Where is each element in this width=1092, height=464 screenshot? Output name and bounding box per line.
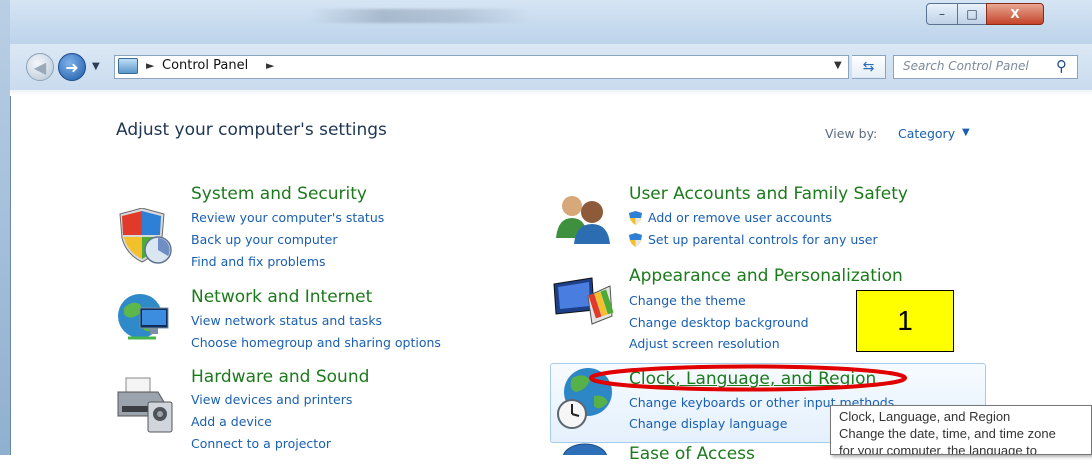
- close-icon: X: [1010, 7, 1020, 21]
- category-hardware-and-sound[interactable]: Hardware and Sound: [191, 367, 369, 387]
- link-adjust-screen-resolution[interactable]: Adjust screen resolution: [629, 336, 780, 351]
- link-back-up-computer[interactable]: Back up your computer: [191, 232, 338, 247]
- close-button[interactable]: X: [986, 3, 1044, 25]
- step-number-callout: 1: [856, 290, 954, 352]
- link-parental-controls[interactable]: Set up parental controls for any user: [648, 232, 878, 247]
- minimize-icon: –: [939, 7, 945, 21]
- address-dropdown-icon[interactable]: ▼: [834, 60, 842, 71]
- link-add-device[interactable]: Add a device: [191, 414, 272, 429]
- maximize-icon: □: [966, 7, 978, 21]
- link-change-display-language[interactable]: Change display language: [629, 416, 787, 431]
- appearance-monitor-icon: [553, 277, 614, 325]
- refresh-button[interactable]: ⇆: [852, 55, 886, 79]
- link-add-remove-users[interactable]: Add or remove user accounts: [648, 210, 832, 225]
- link-change-desktop-background[interactable]: Change desktop background: [629, 315, 809, 330]
- minimize-button[interactable]: –: [926, 3, 958, 25]
- link-choose-homegroup[interactable]: Choose homegroup and sharing options: [191, 335, 441, 350]
- search-icon[interactable]: ⚲: [1056, 57, 1067, 75]
- category-ease-of-access[interactable]: Ease of Access: [629, 444, 755, 464]
- recent-pages-dropdown-icon[interactable]: ▼: [92, 61, 100, 72]
- breadcrumb-control-panel[interactable]: Control Panel: [162, 58, 248, 73]
- category-network-and-internet[interactable]: Network and Internet: [191, 287, 372, 307]
- ease-of-access-icon: [562, 443, 608, 455]
- link-connect-projector[interactable]: Connect to a projector: [191, 436, 331, 451]
- uac-shield-icon: [629, 211, 642, 225]
- link-view-devices-printers[interactable]: View devices and printers: [191, 392, 352, 407]
- user-accounts-people-icon: [556, 196, 610, 244]
- tooltip-description-line: for your computer, the language to: [839, 443, 1038, 455]
- category-system-and-security[interactable]: System and Security: [191, 184, 367, 204]
- uac-shield-icon: [629, 233, 642, 247]
- link-review-computer-status[interactable]: Review your computer's status: [191, 210, 384, 225]
- window-title: [310, 9, 530, 23]
- page-title: Adjust your computer's settings: [116, 120, 387, 140]
- forward-arrow-icon: ➜: [65, 57, 79, 77]
- maximize-button[interactable]: □: [957, 3, 987, 25]
- back-arrow-icon: ◀: [33, 57, 47, 77]
- view-by-dropdown[interactable]: Category: [898, 126, 955, 141]
- hardware-printer-icon: [117, 377, 173, 433]
- network-globe-icon: [118, 294, 169, 340]
- tooltip: Clock, Language, and Region Change the d…: [830, 405, 1092, 455]
- category-appearance-personalization[interactable]: Appearance and Personalization: [629, 266, 903, 286]
- control-panel-icon: [118, 58, 138, 74]
- highlight-ellipse-annotation: [589, 364, 907, 392]
- link-change-theme[interactable]: Change the theme: [629, 293, 746, 308]
- forward-button[interactable]: ➜: [58, 53, 86, 81]
- breadcrumb-separator-icon[interactable]: ►: [146, 59, 154, 72]
- refresh-icon: ⇆: [862, 59, 875, 75]
- link-view-network-status[interactable]: View network status and tasks: [191, 313, 382, 328]
- system-security-shield-icon: [119, 208, 172, 264]
- tooltip-title: Clock, Language, and Region: [839, 409, 1011, 424]
- view-by-arrow-icon[interactable]: ▼: [962, 127, 970, 138]
- content-top-shadow: [10, 90, 1092, 96]
- category-user-accounts[interactable]: User Accounts and Family Safety: [629, 184, 908, 204]
- tooltip-description-line: Change the date, time, and time zone: [839, 426, 1056, 441]
- back-button[interactable]: ◀: [26, 53, 54, 81]
- view-by-label: View by:: [825, 126, 878, 141]
- search-placeholder: Search Control Panel: [903, 59, 1029, 73]
- link-find-fix-problems[interactable]: Find and fix problems: [191, 254, 326, 269]
- breadcrumb-separator-icon[interactable]: ►: [266, 59, 274, 72]
